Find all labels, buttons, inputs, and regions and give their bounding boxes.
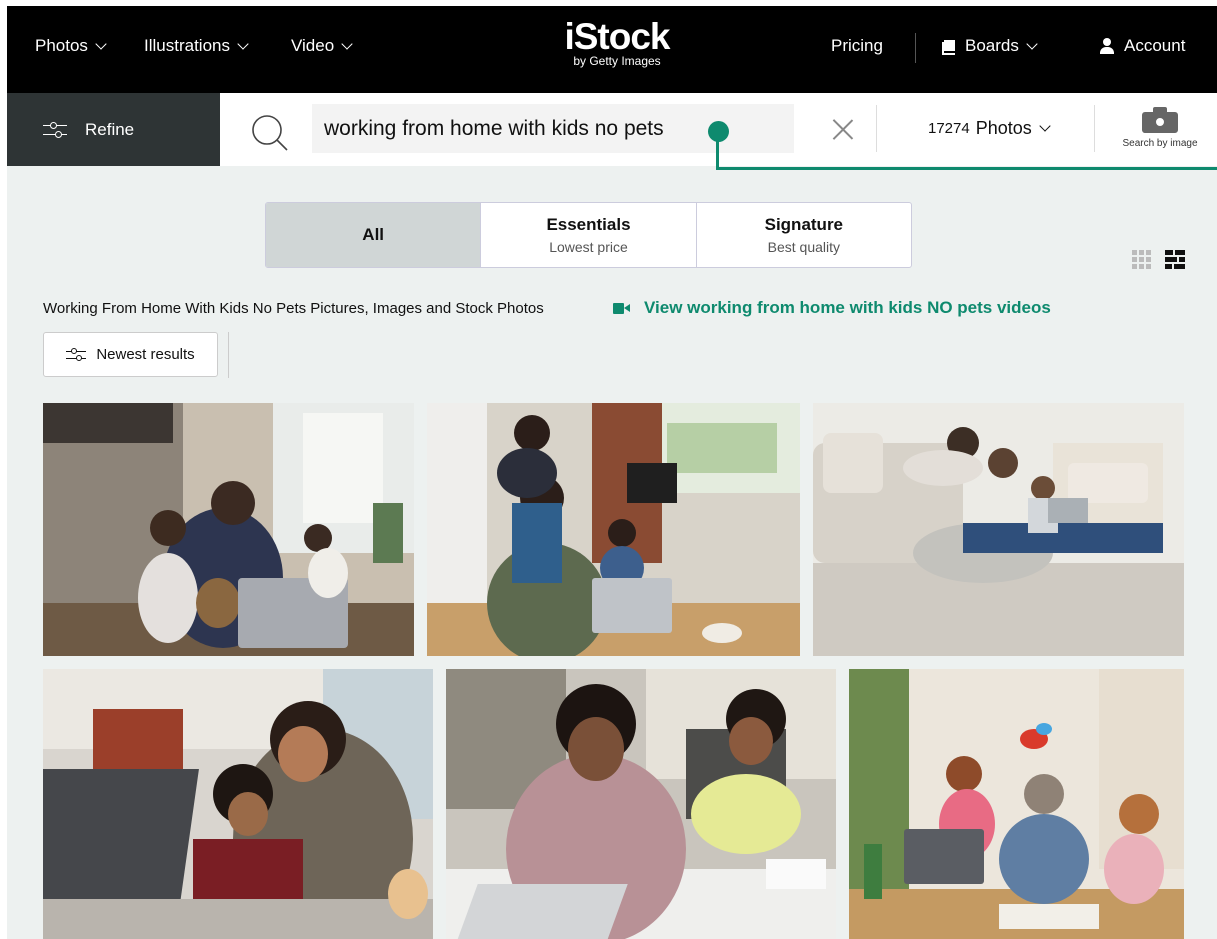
search-by-image-button[interactable]: Search by image (1120, 107, 1200, 149)
photo-thumbnail (446, 669, 836, 939)
license-tabs: All Essentials Lowest price Signature Be… (265, 202, 912, 268)
clear-search-icon[interactable] (832, 118, 854, 140)
divider (228, 332, 229, 378)
top-nav: Photos Illustrations Video iStock by Get… (7, 6, 1217, 93)
chevron-down-icon (95, 37, 107, 50)
divider (876, 105, 877, 152)
nav-illustrations[interactable]: Illustrations (144, 36, 249, 56)
tab-essentials[interactable]: Essentials Lowest price (481, 203, 697, 267)
photo-thumbnail (43, 669, 433, 939)
view-videos-label: View working from home with kids NO pets… (644, 298, 1051, 317)
nav-photos-label: Photos (35, 36, 88, 55)
search-icon[interactable] (250, 113, 290, 153)
tab-title: Signature (764, 215, 844, 234)
nav-account-label: Account (1124, 36, 1186, 55)
photo-result[interactable] (813, 403, 1184, 656)
video-camera-icon (613, 302, 630, 314)
view-videos-link[interactable]: View working from home with kids NO pets… (613, 298, 1051, 318)
chevron-down-icon (1039, 120, 1051, 132)
istock-logo[interactable]: iStock by Getty Images (547, 16, 687, 68)
refine-label: Refine (85, 119, 135, 139)
user-icon (1100, 38, 1114, 54)
results-heading: Working From Home With Kids No Pets Pict… (43, 300, 544, 317)
media-type-label: Photos (975, 118, 1032, 138)
chevron-down-icon (1026, 37, 1038, 50)
nav-account[interactable]: Account (1100, 36, 1185, 56)
nav-video-label: Video (291, 36, 335, 55)
result-count: 17274 (928, 120, 970, 137)
nav-divider (915, 33, 916, 63)
photo-result[interactable] (43, 403, 414, 656)
tab-subtitle: Best quality (767, 239, 840, 255)
search-by-image-label: Search by image (1122, 138, 1198, 149)
photo-result[interactable] (849, 669, 1184, 939)
annotation-pin (708, 121, 729, 142)
sort-label: Newest results (96, 346, 195, 363)
nav-pricing[interactable]: Pricing (831, 36, 883, 56)
divider (1094, 105, 1095, 152)
tab-signature[interactable]: Signature Best quality (697, 203, 911, 267)
photo-thumbnail (813, 403, 1184, 656)
chevron-down-icon (341, 37, 353, 50)
tab-subtitle: Lowest price (549, 239, 628, 255)
search-bar: Refine 17274 Photos Search by image (7, 93, 1217, 166)
filter-sliders-icon (43, 121, 67, 139)
tab-all[interactable]: All (266, 203, 482, 267)
chevron-down-icon (237, 37, 249, 50)
nav-pricing-label: Pricing (831, 36, 883, 55)
grid-view-icon[interactable] (1132, 250, 1152, 270)
photo-result[interactable] (446, 669, 836, 939)
logo-wordmark: iStock (564, 16, 670, 57)
photo-result[interactable] (427, 403, 800, 656)
refine-button[interactable]: Refine (7, 93, 220, 166)
filter-sliders-icon (66, 347, 87, 362)
mosaic-view-icon[interactable] (1165, 250, 1185, 270)
photo-result[interactable] (43, 669, 433, 939)
tab-title: Essentials (546, 215, 631, 234)
nav-boards[interactable]: Boards (942, 36, 1038, 56)
camera-icon (1142, 107, 1178, 133)
photo-thumbnail (427, 403, 800, 656)
photo-thumbnail (43, 403, 414, 656)
nav-photos[interactable]: Photos (35, 36, 107, 56)
nav-boards-label: Boards (965, 36, 1019, 55)
nav-video[interactable]: Video (291, 36, 353, 56)
page: Photos Illustrations Video iStock by Get… (7, 6, 1217, 939)
nav-illustrations-label: Illustrations (144, 36, 230, 55)
boards-icon (942, 39, 955, 55)
photo-thumbnail (849, 669, 1184, 939)
sort-button[interactable]: Newest results (43, 332, 218, 377)
media-type-dropdown[interactable]: 17274 Photos (928, 118, 1051, 139)
tab-title: All (362, 225, 385, 244)
annotation-line (716, 167, 1217, 170)
